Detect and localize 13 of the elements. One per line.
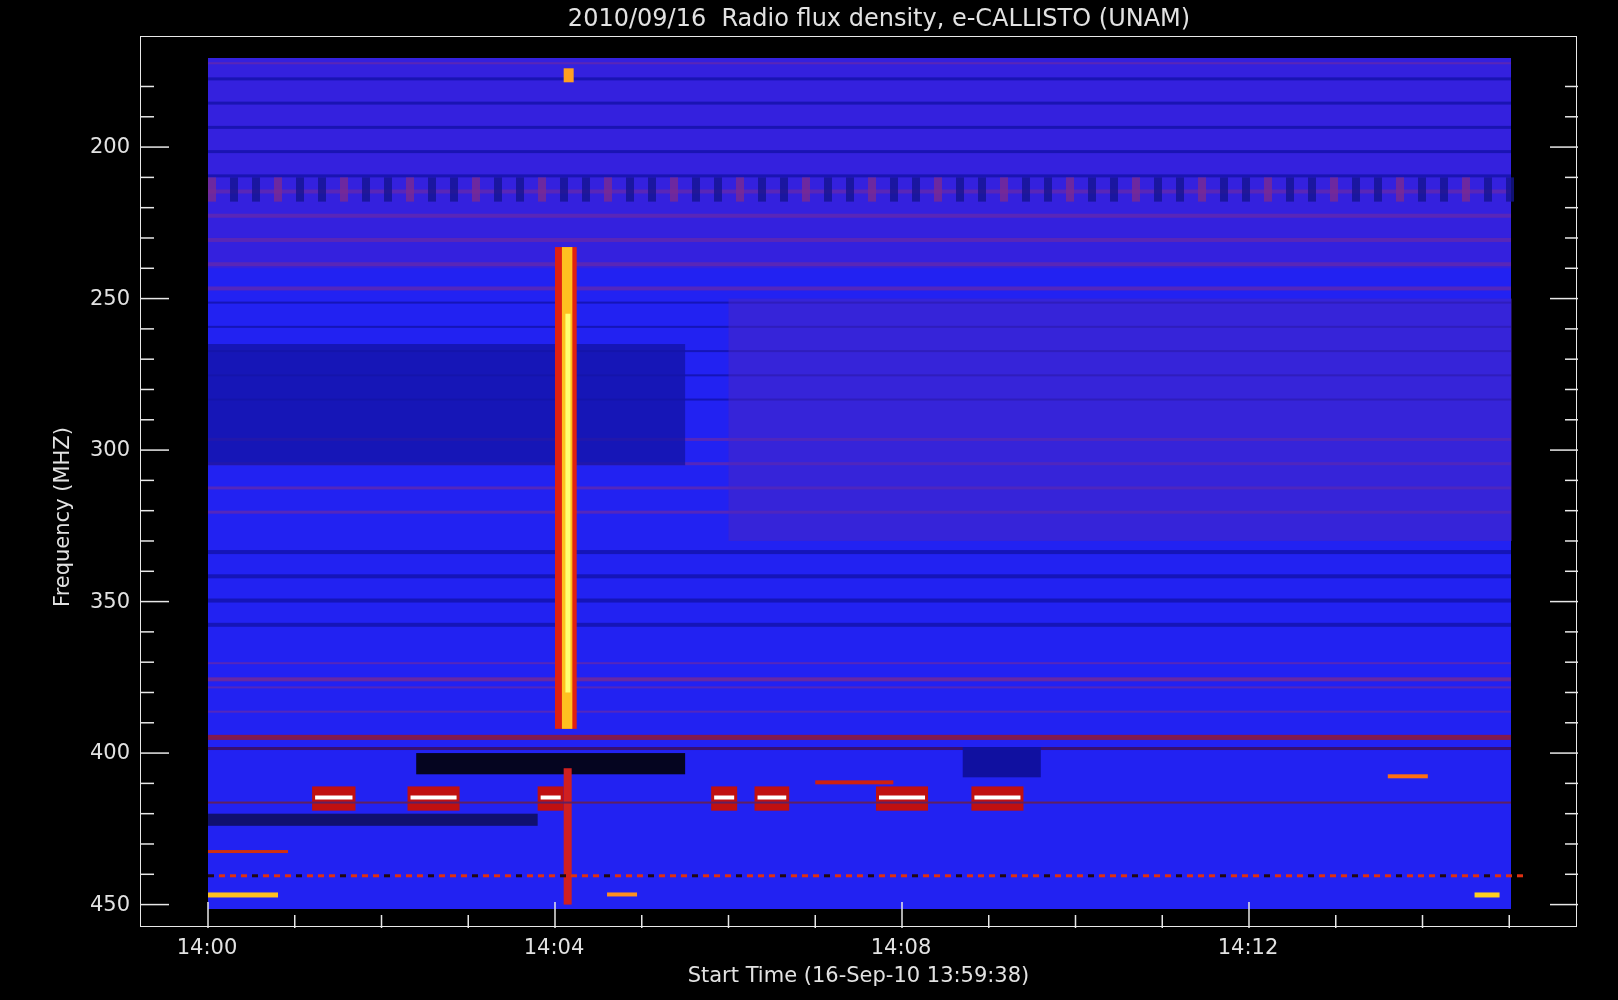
x-axis-label: Start Time (16-Sep-10 13:59:38): [687, 963, 1030, 987]
y-tick-label: 250: [89, 285, 130, 310]
y-tick-label: 400: [89, 740, 130, 765]
y-tick-label: 200: [89, 134, 130, 159]
y-tick-label: 300: [89, 437, 130, 462]
x-tick-label: 14:00: [176, 935, 238, 959]
x-tick-label: 14:12: [1217, 935, 1279, 959]
chart-title: 2010/09/16 Radio flux density, e-CALLISTO (UNAM): [566, 3, 1192, 34]
x-tick-label: 14:08: [870, 935, 932, 959]
y-axis-label: Frequency (MHZ): [50, 427, 74, 607]
y-tick-label: 450: [89, 891, 130, 916]
y-tick-label: 350: [89, 588, 130, 613]
x-tick-label: 14:04: [523, 935, 585, 959]
